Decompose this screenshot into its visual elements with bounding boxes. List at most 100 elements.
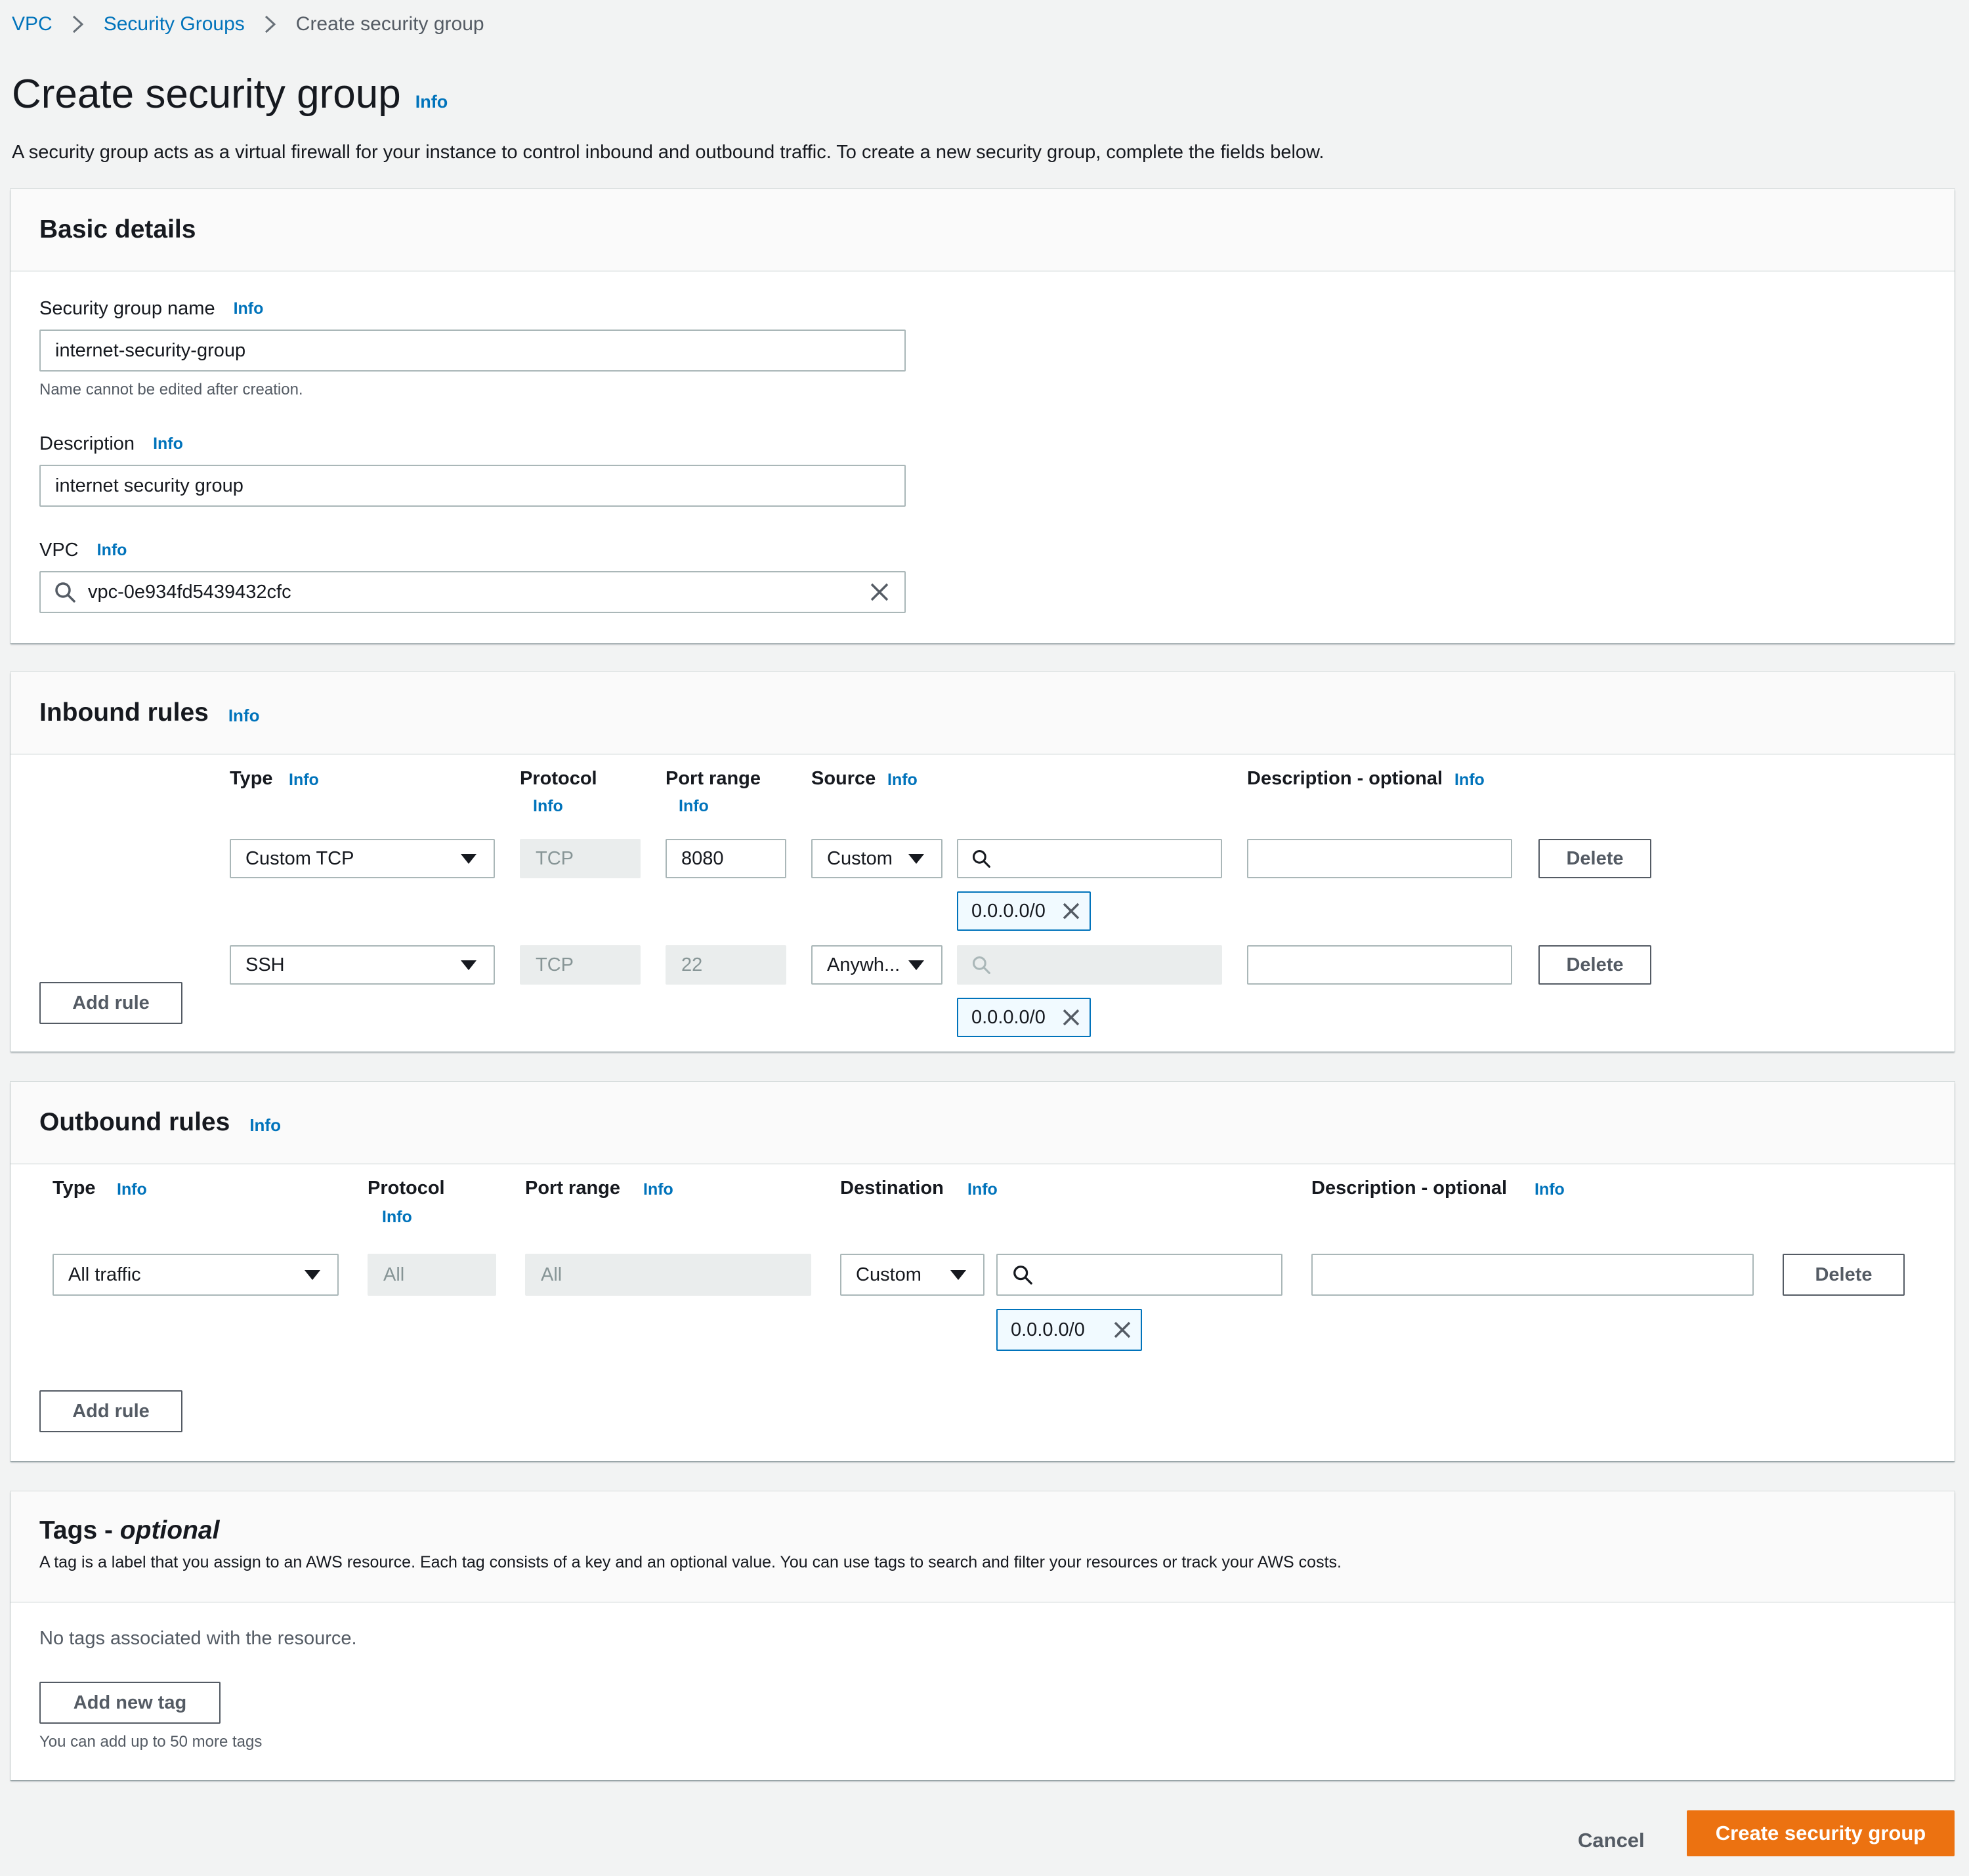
security-group-name-value: internet-security-group bbox=[55, 339, 246, 361]
outbound-rule-1-type-select[interactable]: All traffic bbox=[53, 1254, 339, 1296]
caret-down-icon bbox=[305, 1269, 320, 1280]
tags-header: Tags - optional A tag is a label that yo… bbox=[11, 1491, 1955, 1603]
outbound-rules-header: Outbound rules Info bbox=[11, 1082, 1955, 1164]
inbound-rule-1-source-select[interactable]: Custom bbox=[811, 839, 942, 878]
inbound-type-info-link[interactable]: Info bbox=[289, 771, 319, 790]
outbound-rule-1-protocol-value: All bbox=[383, 1264, 405, 1285]
caret-down-icon bbox=[950, 1269, 966, 1280]
outbound-destination-info-link[interactable]: Info bbox=[967, 1180, 998, 1199]
inbound-rule-2-description-input[interactable] bbox=[1247, 945, 1512, 985]
add-new-tag-button[interactable]: Add new tag bbox=[39, 1682, 221, 1724]
inbound-rules-header: Inbound rules Info bbox=[11, 672, 1955, 755]
vpc-value: vpc-0e934fd5439432cfc bbox=[88, 581, 291, 603]
inbound-rule-2-type-select[interactable]: SSH bbox=[230, 945, 495, 985]
page-title-text: Create security group bbox=[12, 72, 401, 117]
description-input[interactable]: internet security group bbox=[39, 465, 906, 507]
security-group-name-label: Security group name Info bbox=[39, 298, 263, 320]
tags-heading-text: Tags - bbox=[39, 1516, 120, 1545]
create-security-group-button[interactable]: Create security group bbox=[1687, 1810, 1955, 1856]
outbound-col-destination: Destination bbox=[840, 1178, 944, 1199]
caret-down-icon bbox=[461, 960, 476, 970]
outbound-rules-panel: Outbound rules Info Type Info Protocol I… bbox=[11, 1082, 1955, 1461]
caret-down-icon bbox=[908, 960, 924, 970]
inbound-rule-1-type-select[interactable]: Custom TCP bbox=[230, 839, 495, 878]
outbound-rule-1-protocol-field: All bbox=[368, 1254, 496, 1296]
inbound-rule-2-source-select[interactable]: Anywh... bbox=[811, 945, 942, 985]
cancel-button[interactable]: Cancel bbox=[1578, 1829, 1645, 1852]
inbound-rule-2-cidr-search bbox=[957, 945, 1222, 985]
inbound-description-info-link[interactable]: Info bbox=[1454, 771, 1485, 790]
inbound-rule-1-source-value: Custom bbox=[827, 847, 893, 869]
inbound-rule-1-protocol-field: TCP bbox=[520, 839, 641, 878]
basic-details-heading: Basic details bbox=[39, 215, 196, 244]
tags-empty-message: No tags associated with the resource. bbox=[39, 1628, 357, 1649]
outbound-description-info-link[interactable]: Info bbox=[1535, 1180, 1565, 1199]
chevron-right-icon bbox=[263, 14, 278, 34]
page-info-link[interactable]: Info bbox=[415, 92, 448, 112]
inbound-col-source: Source bbox=[811, 768, 876, 789]
clear-icon[interactable] bbox=[869, 582, 890, 603]
inbound-rule-1-description-input[interactable] bbox=[1247, 839, 1512, 878]
tags-description: A tag is a label that you assign to an A… bbox=[39, 1553, 1342, 1571]
outbound-rule-1-destination-value: Custom bbox=[856, 1264, 921, 1285]
inbound-rules-info-link[interactable]: Info bbox=[228, 706, 260, 726]
inbound-rule-2-cidr-value: 0.0.0.0/0 bbox=[971, 1006, 1046, 1028]
outbound-rules-info-link[interactable]: Info bbox=[249, 1115, 281, 1136]
close-icon[interactable] bbox=[1062, 902, 1080, 920]
outbound-col-type: Type bbox=[53, 1178, 96, 1199]
inbound-rule-2-cidr-token: 0.0.0.0/0 bbox=[957, 998, 1091, 1037]
vpc-info-link[interactable]: Info bbox=[97, 541, 127, 560]
description-info-link[interactable]: Info bbox=[153, 435, 183, 454]
inbound-col-type: Type bbox=[230, 768, 273, 789]
close-icon[interactable] bbox=[1113, 1321, 1132, 1339]
inbound-add-rule-button[interactable]: Add rule bbox=[39, 982, 182, 1024]
outbound-rule-1-destination-select[interactable]: Custom bbox=[840, 1254, 984, 1296]
breadcrumb-security-groups-link[interactable]: Security Groups bbox=[104, 13, 245, 35]
vpc-label: VPC Info bbox=[39, 540, 127, 561]
breadcrumb-vpc-link[interactable]: VPC bbox=[12, 13, 53, 35]
inbound-rule-1-cidr-token: 0.0.0.0/0 bbox=[957, 891, 1091, 931]
inbound-rule-1-delete-button[interactable]: Delete bbox=[1538, 839, 1651, 878]
basic-details-panel: Basic details Security group name Info i… bbox=[11, 189, 1955, 643]
inbound-rule-2-source-value: Anywh... bbox=[827, 954, 900, 975]
inbound-col-port-range: Port range bbox=[666, 768, 761, 789]
outbound-port-range-info-link[interactable]: Info bbox=[643, 1180, 673, 1199]
outbound-col-protocol: Protocol bbox=[368, 1178, 445, 1199]
basic-details-header: Basic details bbox=[11, 189, 1955, 272]
vpc-label-text: VPC bbox=[39, 540, 79, 561]
caret-down-icon bbox=[461, 853, 476, 864]
outbound-col-port-range: Port range bbox=[525, 1178, 621, 1199]
inbound-rule-2-delete-button[interactable]: Delete bbox=[1538, 945, 1651, 985]
inbound-rule-1-cidr-search[interactable] bbox=[957, 839, 1222, 878]
inbound-rule-1-type-value: Custom TCP bbox=[245, 847, 354, 869]
search-icon bbox=[1013, 1266, 1032, 1285]
outbound-rule-1-type-value: All traffic bbox=[68, 1264, 141, 1285]
close-icon[interactable] bbox=[1062, 1008, 1080, 1027]
outbound-rule-1-port-field: All bbox=[525, 1254, 811, 1296]
search-icon bbox=[55, 582, 75, 603]
outbound-rule-1-cidr-search[interactable] bbox=[996, 1254, 1282, 1296]
tags-panel: Tags - optional A tag is a label that yo… bbox=[11, 1491, 1955, 1780]
inbound-rule-2-port-field: 22 bbox=[666, 945, 786, 985]
security-group-name-input[interactable]: internet-security-group bbox=[39, 330, 906, 372]
inbound-source-info-link[interactable]: Info bbox=[887, 771, 918, 790]
vpc-select-input[interactable]: vpc-0e934fd5439432cfc bbox=[39, 571, 906, 613]
inbound-port-range-info-link[interactable]: Info bbox=[679, 797, 709, 816]
inbound-rule-2-type-value: SSH bbox=[245, 954, 285, 975]
page-description: A security group acts as a virtual firew… bbox=[12, 142, 1324, 163]
tags-heading-optional: optional bbox=[119, 1516, 220, 1545]
security-group-name-info-link[interactable]: Info bbox=[234, 299, 264, 318]
inbound-rule-1-protocol-value: TCP bbox=[536, 847, 574, 869]
outbound-rule-1-delete-button[interactable]: Delete bbox=[1783, 1254, 1905, 1296]
outbound-rule-1-description-input[interactable] bbox=[1311, 1254, 1754, 1296]
outbound-add-rule-button[interactable]: Add rule bbox=[39, 1390, 182, 1432]
inbound-rules-panel: Inbound rules Info Type Info Protocol In… bbox=[11, 672, 1955, 1052]
outbound-protocol-info-link[interactable]: Info bbox=[382, 1208, 412, 1227]
inbound-protocol-info-link[interactable]: Info bbox=[533, 797, 563, 816]
description-value: internet security group bbox=[55, 475, 243, 496]
outbound-rule-1-port-value: All bbox=[541, 1264, 562, 1285]
inbound-rule-1-port-input[interactable]: 8080 bbox=[666, 839, 786, 878]
outbound-type-info-link[interactable]: Info bbox=[117, 1180, 147, 1199]
inbound-col-description: Description - optional bbox=[1247, 768, 1443, 789]
breadcrumb-current: Create security group bbox=[295, 13, 484, 35]
